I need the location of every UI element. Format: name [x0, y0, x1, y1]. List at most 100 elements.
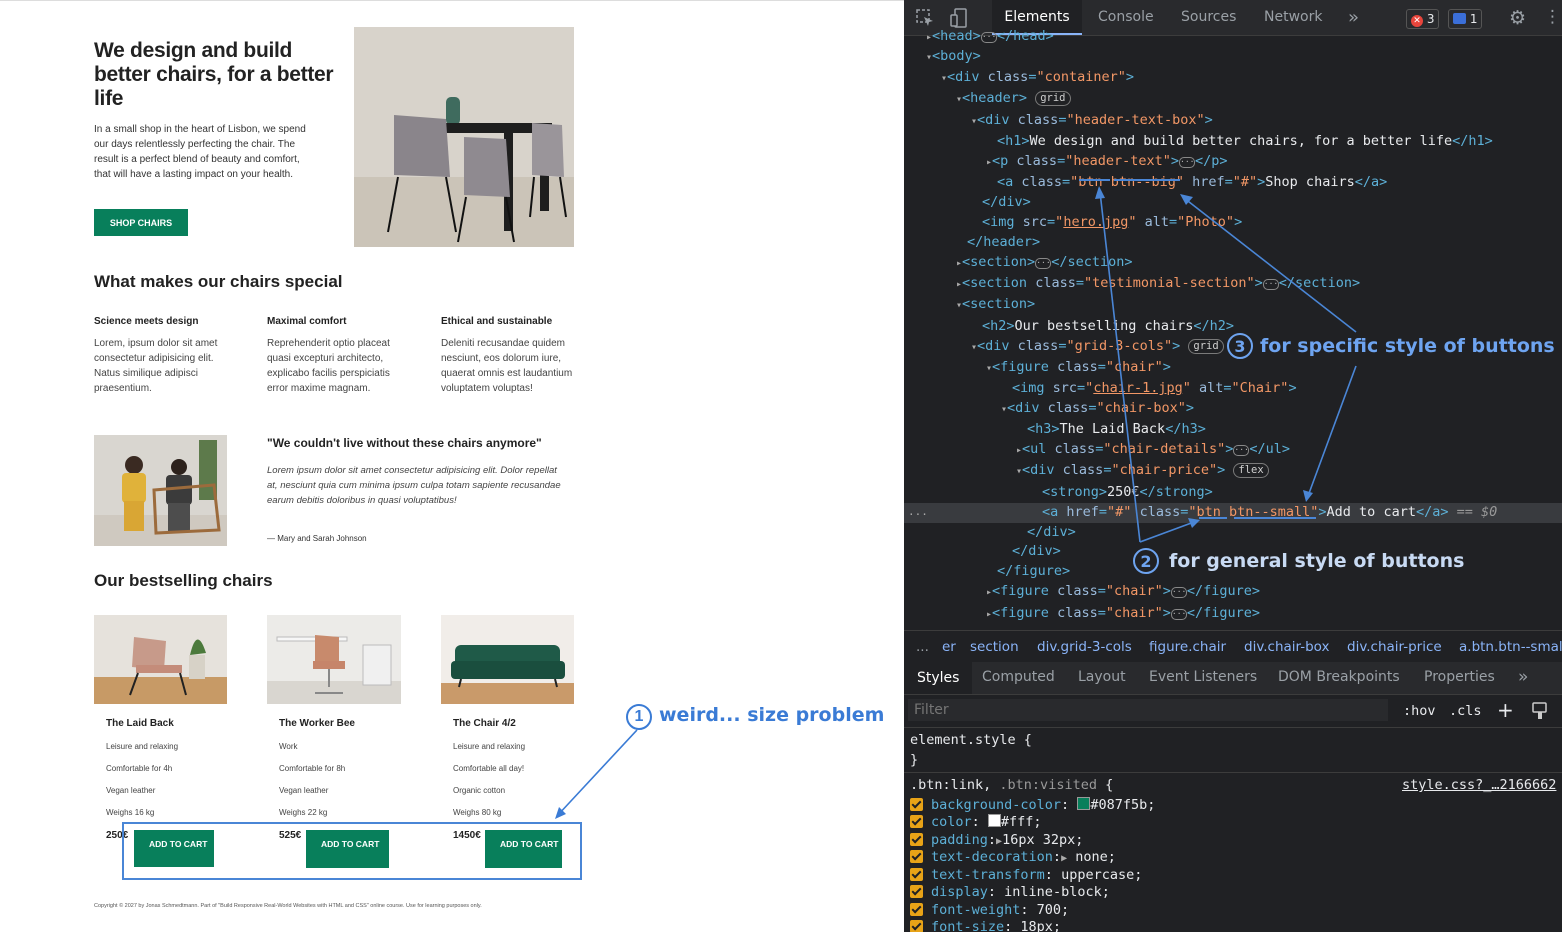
webpage-viewport: We design and build better chairs, for a…	[0, 0, 904, 933]
more-tabs-icon[interactable]: »	[1518, 667, 1528, 687]
breadcrumb-item[interactable]: div.chair-price	[1347, 639, 1442, 655]
feature-title: Maximal comfort	[267, 316, 347, 327]
breadcrumb-item[interactable]: section	[970, 639, 1019, 655]
tab-sources[interactable]: Sources	[1181, 0, 1236, 35]
hero-image	[354, 27, 574, 247]
chair-detail: Leisure and relaxing	[106, 742, 179, 751]
annotation-number: 3	[1227, 333, 1253, 359]
testimonial-text: Lorem ipsum dolor sit amet consectetur a…	[267, 465, 561, 506]
css-property-row[interactable]: text-decoration:▶ none;	[910, 849, 1116, 865]
dom-line[interactable]: ▸<figure class="chair">···</figure>	[986, 583, 1260, 599]
chair-detail: Organic cotton	[453, 786, 506, 795]
hov-button[interactable]: :hov	[1403, 703, 1436, 719]
property-checkbox	[910, 850, 923, 863]
settings-gear-icon[interactable]: ⚙	[1509, 7, 1526, 29]
dom-line[interactable]: ▾<div class="container">	[941, 69, 1134, 85]
styles-filter-input[interactable]	[908, 699, 1388, 721]
chair-image	[441, 615, 574, 704]
color-swatch	[987, 814, 1001, 827]
expand-arrow-icon: ▶	[1061, 853, 1068, 864]
message-icon	[1453, 13, 1466, 24]
testimonial-author: — Mary and Sarah Johnson	[267, 534, 367, 543]
feature-text: Deleniti recusandae quidem nesciunt, eos…	[441, 338, 573, 394]
breadcrumb-item[interactable]: a.btn.btn--smal	[1459, 639, 1562, 655]
css-property-row[interactable]: color: #fff;	[910, 814, 1042, 830]
chair-detail: Leisure and relaxing	[453, 742, 526, 751]
tab-dom-breakpoints[interactable]: DOM Breakpoints	[1278, 669, 1400, 685]
error-icon: ✕	[1411, 15, 1423, 27]
chair-detail: Comfortable for 8h	[279, 764, 346, 773]
property-checkbox	[910, 798, 923, 811]
css-property-row[interactable]: font-size: 18px;	[910, 919, 1061, 932]
chair-detail: Vegan leather	[279, 786, 329, 795]
breadcrumb-more[interactable]: ...	[916, 639, 929, 655]
annotation-arrow	[555, 729, 638, 819]
tab-styles[interactable]: Styles	[904, 662, 973, 694]
tab-console[interactable]: Console	[1098, 0, 1154, 35]
breadcrumb-item[interactable]: div.grid-3-cols	[1037, 639, 1132, 655]
tab-properties[interactable]: Properties	[1424, 669, 1495, 685]
css-rule-selector[interactable]: .btn:link, .btn:visited {	[910, 777, 1113, 793]
property-checkbox	[910, 903, 923, 916]
css-property-row[interactable]: font-weight: 700;	[910, 902, 1069, 918]
chair-detail: Weighs 80 kg	[453, 808, 502, 817]
annotation-highlight-box	[122, 822, 582, 880]
breadcrumb-item[interactable]: er	[942, 639, 956, 655]
new-style-rule-icon[interactable]: +	[1497, 698, 1514, 722]
element-style-rule[interactable]: element.style {	[910, 732, 1032, 748]
color-swatch	[1077, 797, 1091, 810]
feature-title: Science meets design	[94, 316, 199, 327]
chair-detail: Weighs 16 kg	[106, 808, 155, 817]
dom-line[interactable]: ▾<header> grid	[956, 90, 1071, 106]
annotation-number: 2	[1133, 548, 1159, 574]
chair-name: The Chair 4/2	[453, 718, 516, 729]
tab-layout[interactable]: Layout	[1078, 669, 1126, 685]
shop-chairs-button[interactable]: SHOP CHAIRS	[94, 209, 188, 236]
chair-detail: Weighs 22 kg	[279, 808, 328, 817]
chair-detail: Comfortable for 4h	[106, 764, 173, 773]
property-checkbox	[910, 868, 923, 881]
footer-copyright: Copyright © 2027 by Jonas Schmedtmann. P…	[94, 903, 482, 909]
dom-line[interactable]: ▸<head>···</head>	[926, 28, 1054, 44]
cls-button[interactable]: .cls	[1449, 703, 1482, 719]
css-property-row[interactable]: display: inline-block;	[910, 884, 1110, 900]
chair-name: The Laid Back	[106, 718, 174, 729]
chair-image	[94, 615, 227, 704]
messages-badge[interactable]: 1	[1448, 9, 1483, 29]
property-checkbox	[910, 885, 923, 898]
css-property-row[interactable]: background-color: #087f5b;	[910, 797, 1155, 813]
tab-computed[interactable]: Computed	[982, 669, 1055, 685]
more-options-icon[interactable]: ⋮	[1544, 7, 1561, 27]
message-count: 1	[1469, 12, 1478, 26]
more-tabs-icon[interactable]: »	[1348, 0, 1359, 35]
breadcrumb-item[interactable]: figure.chair	[1149, 639, 1226, 655]
bestselling-heading: Our bestselling chairs	[94, 571, 273, 590]
styles-tabs: Styles Computed Layout Event Listeners D…	[904, 662, 1562, 695]
dom-line[interactable]: ▸<p class="header-text">···</p>	[986, 153, 1228, 169]
css-source-link[interactable]: style.css?_…2166662	[1402, 777, 1556, 793]
testimonial-title: "We couldn't live without these chairs a…	[267, 436, 542, 450]
property-checkbox	[910, 833, 923, 846]
tab-network[interactable]: Network	[1264, 0, 1322, 35]
tab-event-listeners[interactable]: Event Listeners	[1149, 669, 1257, 685]
breadcrumb-item[interactable]: div.chair-box	[1244, 639, 1330, 655]
chair-detail: Comfortable all day!	[453, 764, 525, 773]
css-property-row[interactable]: padding:▶16px 32px;	[910, 832, 1083, 848]
hero-text: In a small shop in the heart of Lisbon, …	[94, 124, 306, 180]
rule-divider	[904, 772, 1562, 773]
chair-name: The Worker Bee	[279, 718, 355, 729]
dom-line[interactable]: ▾<body>	[926, 48, 981, 64]
toggle-sidebar-icon[interactable]	[1532, 702, 1548, 724]
chair-detail: Vegan leather	[106, 786, 156, 795]
annotation-label: for specific style of buttons	[1260, 335, 1555, 357]
css-property-row[interactable]: text-transform: uppercase;	[910, 867, 1142, 883]
dom-line[interactable]: </figure>	[997, 563, 1070, 579]
feature-text: Reprehenderit optio placeat quasi except…	[267, 338, 390, 394]
hero-title: We design and build better chairs, for a…	[94, 39, 334, 110]
dom-line[interactable]: ▾<div class="header-text-box">	[971, 112, 1213, 128]
dom-line[interactable]: <h1>We design and build better chairs, f…	[997, 133, 1493, 149]
features-heading: What makes our chairs special	[94, 272, 343, 291]
errors-badge[interactable]: ✕ 3	[1406, 9, 1440, 29]
dom-line[interactable]: ▸<figure class="chair">···</figure>	[986, 605, 1260, 621]
annotation-arrows	[1079, 179, 1357, 543]
